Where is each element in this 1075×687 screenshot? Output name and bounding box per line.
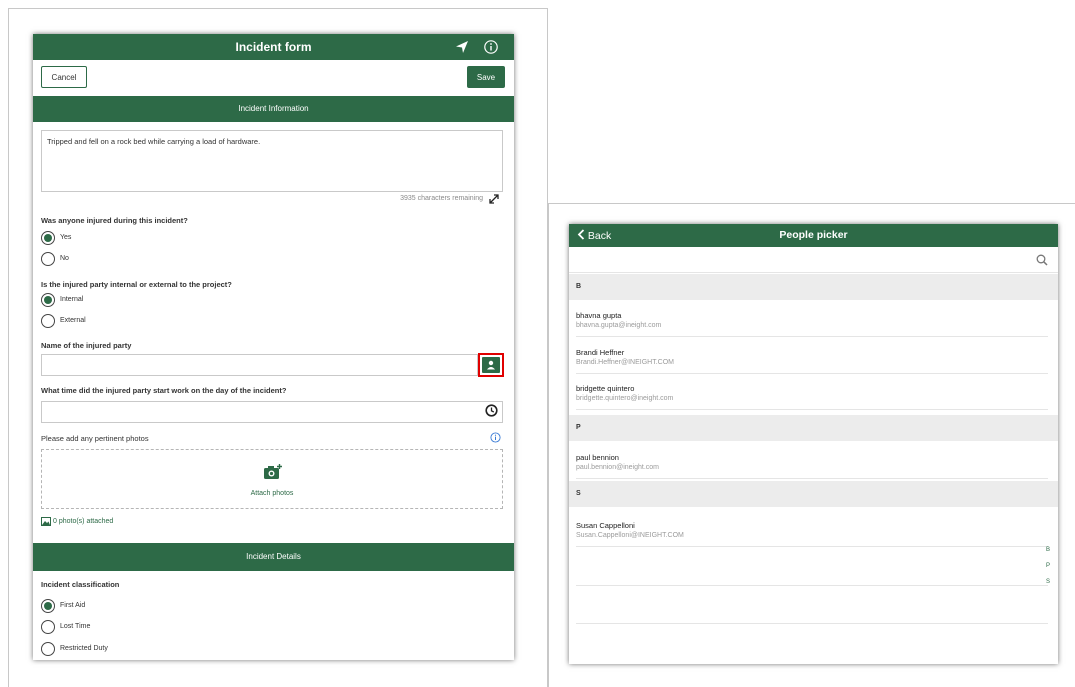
attach-photos-dropzone[interactable]: Attach photos xyxy=(41,449,503,509)
person-row[interactable]: bhavna gupta bhavna.gupta@ineight.com xyxy=(576,301,1048,337)
person-name: bhavna gupta xyxy=(576,311,622,320)
incident-form-titlebar: Incident form xyxy=(33,34,514,60)
radio-label: Lost Time xyxy=(60,623,91,630)
search-icon[interactable] xyxy=(1036,254,1048,266)
clock-icon[interactable] xyxy=(485,404,498,417)
person-row[interactable]: paul bennion paul.bennion@ineight.com xyxy=(576,443,1048,479)
divider xyxy=(576,623,1048,624)
info-icon[interactable] xyxy=(490,432,501,443)
section-header-b: B xyxy=(569,274,1058,300)
person-email: Brandi.Heffner@INEIGHT.COM xyxy=(576,359,675,366)
radio-label: Yes xyxy=(60,234,72,241)
navigation-arrow-icon[interactable] xyxy=(454,39,470,55)
section-header-p: P xyxy=(569,415,1058,441)
radio-button[interactable] xyxy=(41,293,55,307)
form-action-bar: Cancel Save xyxy=(33,60,514,96)
description-textarea[interactable]: Tripped and fell on a rock bed while car… xyxy=(41,130,503,192)
divider xyxy=(576,585,1048,586)
person-row[interactable]: bridgette quintero bridgette.quintero@in… xyxy=(576,374,1048,410)
person-row[interactable]: Brandi Heffner Brandi.Heffner@INEIGHT.CO… xyxy=(576,338,1048,374)
index-letter-p[interactable]: P xyxy=(1046,563,1050,569)
save-button[interactable]: Save xyxy=(467,66,505,88)
characters-remaining: 3935 characters remaining xyxy=(400,195,483,202)
section-header-incident-details: Incident Details xyxy=(33,543,514,571)
page-title: People picker xyxy=(779,229,848,241)
index-letter-b[interactable]: B xyxy=(1046,547,1050,553)
start-time-field[interactable] xyxy=(41,401,503,423)
person-icon xyxy=(487,360,495,370)
radio-button[interactable] xyxy=(41,314,55,328)
radio-label: First Aid xyxy=(60,602,86,609)
section-letter: P xyxy=(576,424,581,431)
section-title: Incident Details xyxy=(246,552,301,561)
person-name: bridgette quintero xyxy=(576,384,635,393)
person-email: paul.bennion@ineight.com xyxy=(576,464,659,471)
person-row[interactable]: Susan Cappelloni Susan.Cappelloni@INEIGH… xyxy=(576,511,1048,547)
page-title: Incident form xyxy=(235,40,312,54)
question-internal-external: Is the injured party internal or externa… xyxy=(41,280,232,289)
incident-form-screen: Incident form Cancel Save Incident Infor… xyxy=(33,34,514,660)
person-email: bhavna.gupta@ineight.com xyxy=(576,322,662,329)
radio-button[interactable] xyxy=(41,252,55,266)
section-letter: B xyxy=(576,283,582,290)
question-start-time: What time did the injured party start wo… xyxy=(41,386,287,395)
add-photo-icon xyxy=(264,464,282,479)
section-title: Incident Information xyxy=(238,104,309,113)
radio-button[interactable] xyxy=(41,620,55,634)
people-picker-header: Back People picker xyxy=(569,224,1058,247)
photos-attached-count[interactable]: 0 photo(s) attached xyxy=(53,518,113,525)
person-email: bridgette.quintero@ineight.com xyxy=(576,395,674,402)
expand-icon[interactable] xyxy=(489,194,499,204)
section-letter: S xyxy=(576,490,581,497)
cancel-button[interactable]: Cancel xyxy=(41,66,87,88)
question-incident-classification: Incident classification xyxy=(41,580,120,589)
radio-label: External xyxy=(60,317,86,324)
person-name: paul bennion xyxy=(576,453,619,462)
attach-photos-label: Attach photos xyxy=(250,490,294,497)
radio-label: Restricted Duty xyxy=(60,645,108,652)
people-search-bar[interactable] xyxy=(569,247,1058,273)
person-name: Susan Cappelloni xyxy=(576,521,635,530)
radio-label: Internal xyxy=(60,296,84,303)
question-photos: Please add any pertinent photos xyxy=(41,434,149,443)
section-header-incident-information: Incident Information xyxy=(33,96,514,122)
image-icon xyxy=(41,517,51,526)
people-picker-screen: Back People picker B bhavna gupta bhavna… xyxy=(569,224,1058,664)
people-picker-button[interactable] xyxy=(478,353,504,377)
question-anyone-injured: Was anyone injured during this incident? xyxy=(41,216,188,225)
radio-button[interactable] xyxy=(41,599,55,613)
radio-label: No xyxy=(60,255,69,262)
section-header-s: S xyxy=(569,481,1058,507)
person-icon-bg xyxy=(482,357,500,373)
injured-party-name-field[interactable] xyxy=(41,354,478,376)
radio-button[interactable] xyxy=(41,231,55,245)
info-icon[interactable] xyxy=(483,39,499,55)
person-email: Susan.Cappelloni@INEIGHT.COM xyxy=(576,532,684,539)
question-injured-party-name: Name of the injured party xyxy=(41,341,132,350)
person-name: Brandi Heffner xyxy=(576,348,625,357)
radio-button[interactable] xyxy=(41,642,55,656)
